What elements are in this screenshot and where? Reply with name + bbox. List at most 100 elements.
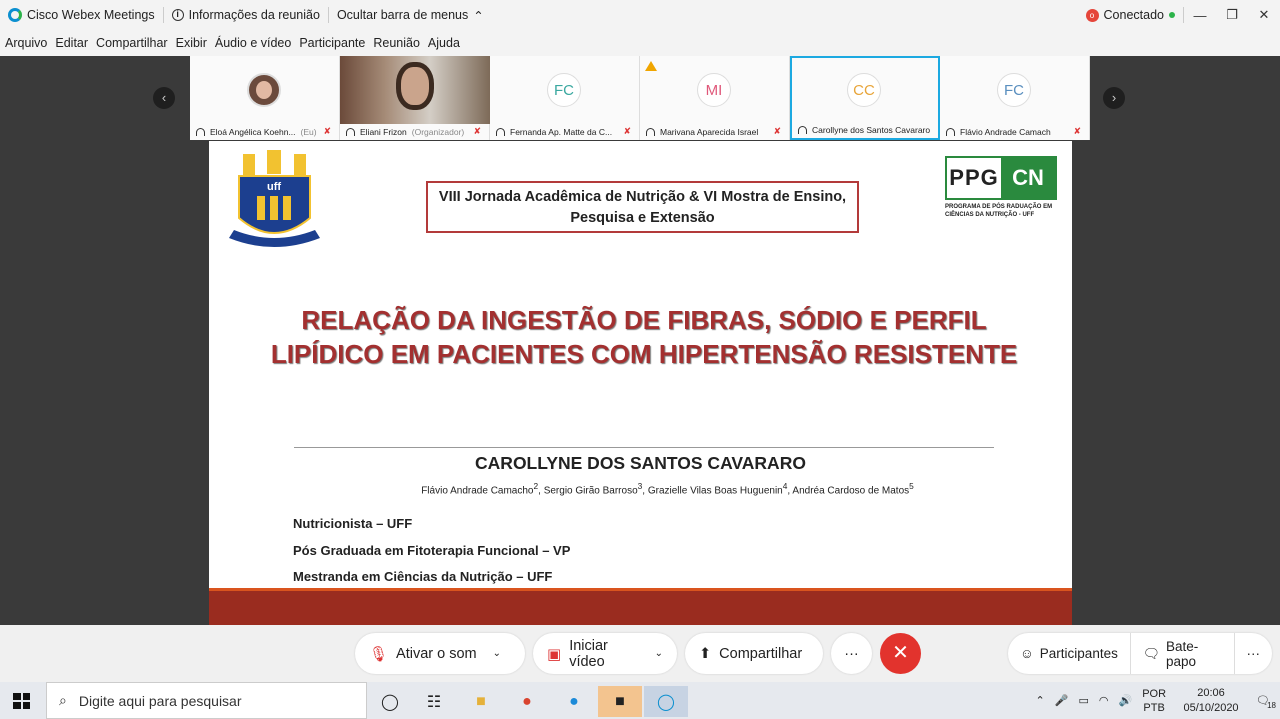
slide-footer-band xyxy=(209,588,1072,625)
edge-icon: ● xyxy=(569,692,579,710)
close-icon: ✕ xyxy=(892,642,909,664)
webex-taskbar-button[interactable]: ◯ xyxy=(644,686,688,717)
menu-arquivo[interactable]: Arquivo xyxy=(5,36,55,50)
maximize-button[interactable]: ❐ xyxy=(1216,7,1248,23)
coauthor: Flávio Andrade Camacho xyxy=(421,485,534,497)
participants-button[interactable]: ☺ Participantes xyxy=(1008,633,1131,674)
warning-icon xyxy=(645,61,657,71)
strip-next-button[interactable]: › xyxy=(1103,87,1125,109)
participant-name-row: Eloá Angélica Koehn... (Eu) xyxy=(190,124,339,140)
strip-prev-button[interactable]: ‹ xyxy=(153,87,175,109)
meeting-info-button[interactable]: i Informações da reunião xyxy=(164,0,328,30)
affiliation: Nutricionista – UFF xyxy=(293,516,413,531)
participant-name: Eliani Frizon xyxy=(360,127,407,137)
menu-reuniao[interactable]: Reunião xyxy=(373,36,428,50)
coauthor: Andréa Cardoso de Matos xyxy=(792,485,910,497)
share-button[interactable]: ⬆ Compartilhar xyxy=(685,633,823,674)
avatar-initials: FC xyxy=(547,73,581,107)
participant-name-row: Carollyne dos Santos Cavararo xyxy=(792,122,938,138)
affiliation: Mestranda em Ciências da Nutrição – UFF xyxy=(293,569,553,584)
affiliation: Pós Graduada em Fitoterapia Funcional – … xyxy=(293,543,571,558)
sticky-note-icon: ■ xyxy=(615,692,625,710)
menu-participante[interactable]: Participante xyxy=(299,36,373,50)
menu-exibir[interactable]: Exibir xyxy=(176,36,215,50)
connection-status[interactable]: o Conectado xyxy=(1078,0,1183,30)
connected-dot-icon xyxy=(1169,12,1175,18)
clock-date: 05/10/2020 xyxy=(1183,701,1239,714)
start-video-button[interactable]: ▣ Iniciar vídeo ⌄ xyxy=(533,633,677,674)
speaker-icon[interactable]: 🔊 xyxy=(1118,694,1132,707)
wifi-icon[interactable]: ◠ xyxy=(1099,694,1109,707)
panel-more-button[interactable]: ··· xyxy=(1235,633,1273,674)
leave-meeting-button[interactable]: ✕ xyxy=(880,633,921,674)
person-icon: ☺ xyxy=(1020,646,1034,661)
participant-name: Fernanda Ap. Matte da C... xyxy=(510,127,613,137)
participant-tile[interactable]: Eliani Frizon (Organizador) ✘ xyxy=(340,56,490,140)
participant-role: (Eu) xyxy=(300,127,317,137)
participant-tile[interactable]: MI Marivana Aparecida Israel ✘ xyxy=(640,56,790,140)
menu-audio-video[interactable]: Áudio e vídeo xyxy=(215,36,299,50)
notification-center-button[interactable]: 🗨 18 xyxy=(1256,694,1276,710)
chat-button[interactable]: 🗨 Bate-papo xyxy=(1131,633,1235,674)
avatar-initials: MI xyxy=(697,73,731,107)
webex-icon: ◯ xyxy=(657,693,675,711)
start-button[interactable] xyxy=(13,693,30,709)
muted-mic-icon: ✘ xyxy=(623,126,631,136)
participant-tile-active-speaker[interactable]: CC Carollyne dos Santos Cavararo xyxy=(790,56,940,140)
clock[interactable]: 20:06 05/10/2020 xyxy=(1176,686,1246,716)
uff-crest-logo: uff xyxy=(229,150,320,247)
unmute-button[interactable]: 🎙 Ativar o som ⌄ xyxy=(355,633,525,674)
hide-menu-label: Ocultar barra de menus xyxy=(336,8,469,22)
language-bottom: PTB xyxy=(1143,701,1165,714)
crest-text: uff xyxy=(267,181,281,193)
meeting-info-label: Informações da reunião xyxy=(188,8,320,22)
participant-name-row: Flávio Andrade Camach xyxy=(940,124,1089,140)
chevron-up-icon[interactable]: ⌃ xyxy=(1036,694,1045,707)
file-explorer-button[interactable]: ■ xyxy=(459,686,503,717)
video-off-icon: ▣ xyxy=(547,645,562,663)
title-bar: Cisco Webex Meetings i Informações da re… xyxy=(0,0,1280,30)
battery-icon[interactable]: ▭ xyxy=(1078,694,1088,707)
chrome-button[interactable]: ● xyxy=(505,686,549,717)
connection-icon: o xyxy=(1085,8,1099,22)
chevron-down-icon[interactable]: ⌄ xyxy=(493,648,501,659)
coauthor: Grazielle Vilas Boas Huguenin xyxy=(647,485,783,497)
microphone-icon[interactable]: 🎤 xyxy=(1055,694,1069,707)
taskbar-search[interactable]: ⌕ Digite aqui para pesquisar xyxy=(46,682,367,719)
hide-menu-button[interactable]: Ocultar barra de menus ⌃ xyxy=(329,0,492,30)
menu-compartilhar[interactable]: Compartilhar xyxy=(96,36,176,50)
headset-icon xyxy=(946,128,955,136)
ppgcn-logo: PPG CN PROGRAMA DE PÓS RADUAÇÃO EM CIÊNC… xyxy=(945,156,1057,219)
minimize-button[interactable]: — xyxy=(1184,8,1216,23)
search-icon: ⌕ xyxy=(59,692,67,708)
app-name: Cisco Webex Meetings xyxy=(27,8,155,22)
close-window-button[interactable]: ✕ xyxy=(1248,7,1280,23)
participant-name: Carollyne dos Santos Cavararo xyxy=(812,125,931,135)
avatar-initials: CC xyxy=(847,73,881,107)
webex-logo-icon xyxy=(8,8,22,22)
edge-button[interactable]: ● xyxy=(552,686,596,717)
language-indicator[interactable]: POR PTB xyxy=(1142,687,1166,715)
coauthor: Sergio Girão Barroso xyxy=(543,485,638,497)
task-view-icon: ☷ xyxy=(426,693,442,711)
cortana-button[interactable]: ◯ xyxy=(368,686,412,717)
headset-icon xyxy=(646,128,655,136)
menu-ajuda[interactable]: Ajuda xyxy=(428,36,468,50)
circle-icon: ◯ xyxy=(381,693,399,711)
participant-tile[interactable]: FC Fernanda Ap. Matte da C... ✘ xyxy=(490,56,640,140)
participant-strip: ‹ › Eloá Angélica Koehn... (Eu) ✘ Eliani… xyxy=(0,56,1280,140)
more-options-button[interactable]: ··· xyxy=(831,633,872,674)
sticky-notes-button[interactable]: ■ xyxy=(598,686,642,717)
folder-icon: ■ xyxy=(476,692,486,710)
participant-tile[interactable]: FC Flávio Andrade Camach ✘ xyxy=(940,56,1090,140)
participant-name-row: Eliani Frizon (Organizador) xyxy=(340,124,489,140)
chevron-up-icon: ⌃ xyxy=(473,8,484,23)
windows-taskbar: ⌕ Digite aqui para pesquisar ◯ ☷ ■ ● ● ■… xyxy=(0,682,1280,719)
chevron-down-icon[interactable]: ⌄ xyxy=(655,648,663,659)
more-icon: ··· xyxy=(844,645,859,662)
task-view-button[interactable]: ☷ xyxy=(412,686,456,717)
menu-editar[interactable]: Editar xyxy=(55,36,96,50)
language-top: POR xyxy=(1142,687,1167,700)
muted-mic-icon: ✘ xyxy=(773,126,781,136)
participant-tile[interactable]: Eloá Angélica Koehn... (Eu) ✘ xyxy=(190,56,340,140)
